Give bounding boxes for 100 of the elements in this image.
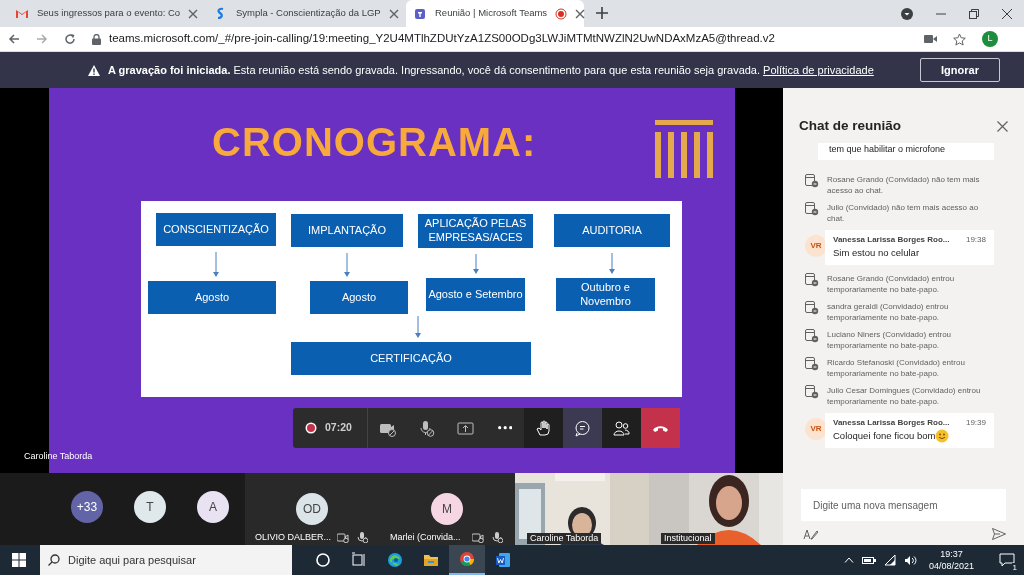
url-text[interactable]: teams.microsoft.com/_#/pre-join-calling/19:meeting_Y2U4MTlhZDUtYzA1ZS00ODg3LWJiMTMtNWZlN2UwNDAxMzA5@thread.v2 — [109, 30, 775, 48]
phase-box: AUDITORIA — [554, 214, 670, 247]
chat-access-icon — [805, 272, 819, 287]
period-box: Agosto — [310, 281, 408, 314]
close-icon[interactable] — [388, 8, 399, 19]
send-icon[interactable] — [992, 527, 1006, 540]
mic-off-icon — [418, 419, 435, 437]
format-icon[interactable] — [803, 527, 818, 540]
chat-access-icon — [805, 328, 819, 343]
warning-icon — [88, 64, 100, 76]
chat-message: tem que habilitar o microfone — [818, 143, 994, 160]
search-icon — [48, 554, 60, 566]
period-box: Outubro e Novembro — [556, 278, 655, 311]
edge-icon — [387, 552, 403, 568]
search-field[interactable]: Digite aqui para pesquisar — [40, 545, 292, 575]
participant-name: Caroline Taborda — [527, 533, 602, 544]
battery-icon[interactable] — [861, 555, 876, 565]
avatar[interactable]: M — [431, 493, 463, 525]
people-icon — [613, 419, 630, 437]
windows-icon — [12, 553, 26, 567]
chat-access-icon — [805, 173, 819, 188]
avatar[interactable]: OD — [296, 493, 328, 525]
recording-notice: A gravação foi iniciada. Esta reunião está sendo gravada. Ingressando, você dá consentimento para que esta reunião seja gravada. Política de privacidade — [108, 62, 874, 78]
teams-icon — [413, 6, 427, 21]
chevron-icon[interactable] — [843, 557, 854, 563]
message-field[interactable]: Digite uma nova mensagem — [801, 489, 1006, 521]
period-box: Agosto — [148, 281, 276, 314]
chrome-icon — [459, 551, 475, 567]
notification-icon — [999, 553, 1015, 567]
dropdown-icon[interactable] — [901, 7, 913, 20]
system-message: Julio Cesar Domingues (Convidado) entrou temporariamente no bate-papo. — [827, 384, 982, 407]
chat-access-icon — [805, 356, 819, 371]
raise-hand-button[interactable] — [524, 408, 563, 448]
browser-tab[interactable]: Reunião | Microsoft Teams — [406, 0, 584, 27]
system-message: Luciano Niners (Convidado) entrou temporariamente no bate-papo. — [827, 328, 953, 351]
word-icon — [495, 552, 511, 568]
ignore-button[interactable]: Ignorar — [920, 58, 1000, 82]
arrow — [344, 253, 350, 277]
privacy-link[interactable]: Política de privacidade — [763, 63, 874, 76]
people-button[interactable] — [602, 408, 641, 448]
raise-hand-icon — [535, 419, 552, 437]
author-name: Vanessa Larissa Borges Roo... — [833, 233, 950, 246]
avatar: VR — [805, 417, 827, 440]
new-tab-icon[interactable] — [596, 7, 608, 19]
close-icon[interactable] — [997, 121, 1008, 132]
back-icon[interactable] — [8, 33, 20, 45]
chat-access-icon — [805, 384, 819, 399]
clock-date[interactable]: 04/08/2021 — [928, 560, 974, 572]
system-message: Ricardo Stefanoski (Convidado) entrou temporariamente no bate-papo. — [827, 356, 966, 379]
chat-button[interactable] — [563, 408, 602, 448]
task-view-icon — [351, 552, 367, 568]
clock-time[interactable]: 19:37 — [928, 548, 974, 560]
camera-icon[interactable] — [924, 34, 937, 44]
phase-box: IMPLANTAÇÃO — [291, 214, 403, 247]
panel-title: Chat de reunião — [799, 117, 901, 136]
system-message: Rosane Grando (Convidado) não tem mais acesso ao chat. — [827, 173, 981, 196]
lock-icon — [92, 33, 101, 45]
cortana-icon — [315, 552, 331, 568]
participant-name: Marlei (Convida... — [390, 530, 461, 544]
system-message: Rosane Grando (Convidado) entrou temporariamente no bate-papo. — [827, 272, 956, 295]
avatar: VR — [805, 234, 827, 257]
notification-count: 1 — [1011, 563, 1018, 572]
message-time: 19:39 — [965, 416, 986, 429]
chat-icon — [574, 419, 591, 437]
browser-tab[interactable]: Seus ingressos para o evento: Co — [8, 0, 205, 27]
profile-avatar[interactable]: L — [982, 31, 998, 47]
period-box: Agosto e Setembro — [426, 278, 525, 311]
hang-up-button[interactable] — [641, 408, 680, 448]
speaker-icon[interactable] — [903, 554, 917, 566]
call-timer: 07:20 — [325, 420, 352, 436]
reload-icon[interactable] — [64, 33, 76, 45]
avatar[interactable]: A — [197, 491, 229, 523]
wifi-icon[interactable] — [883, 554, 896, 566]
tab-title: Reunião | Microsoft Teams — [435, 6, 548, 21]
notifications-button[interactable]: 1 — [990, 545, 1024, 575]
close-icon[interactable] — [188, 8, 199, 19]
close-icon[interactable] — [575, 8, 586, 19]
arrow — [473, 254, 479, 274]
logo-icon — [655, 120, 713, 178]
hang-up-icon — [653, 424, 668, 432]
certification-box: CERTIFICAÇÃO — [291, 342, 531, 375]
arrow — [609, 253, 615, 274]
avatar[interactable]: T — [134, 491, 166, 523]
chrome-button[interactable] — [449, 545, 485, 575]
message-text: Coloquei fone ficou bom — [833, 428, 936, 443]
more-icon — [497, 426, 512, 430]
system-message: Julio (Convidado) não tem mais acesso ao chat. — [827, 201, 980, 224]
avatar[interactable]: +33 — [71, 491, 103, 523]
browser-tab[interactable]: Sympla - Conscientização da LGP — [207, 0, 404, 27]
tab-title: Sympla - Conscientização da LGP — [236, 6, 381, 21]
slide-title: CRONOGRAMA: — [212, 119, 537, 166]
phase-box: APLICAÇÃO PELAS EMPRESAS/ACES — [418, 214, 533, 248]
arrow — [415, 316, 421, 338]
phase-box: CONSCIENTIZAÇÃO — [156, 213, 276, 246]
share-screen-icon — [457, 419, 474, 437]
author-name: Vanessa Larissa Borges Roo... — [833, 416, 950, 429]
restore-icon[interactable] — [969, 8, 979, 19]
tab-title: Seus ingressos para o evento: Co — [37, 6, 181, 21]
star-icon[interactable] — [953, 32, 966, 46]
close-icon[interactable] — [1002, 8, 1012, 19]
